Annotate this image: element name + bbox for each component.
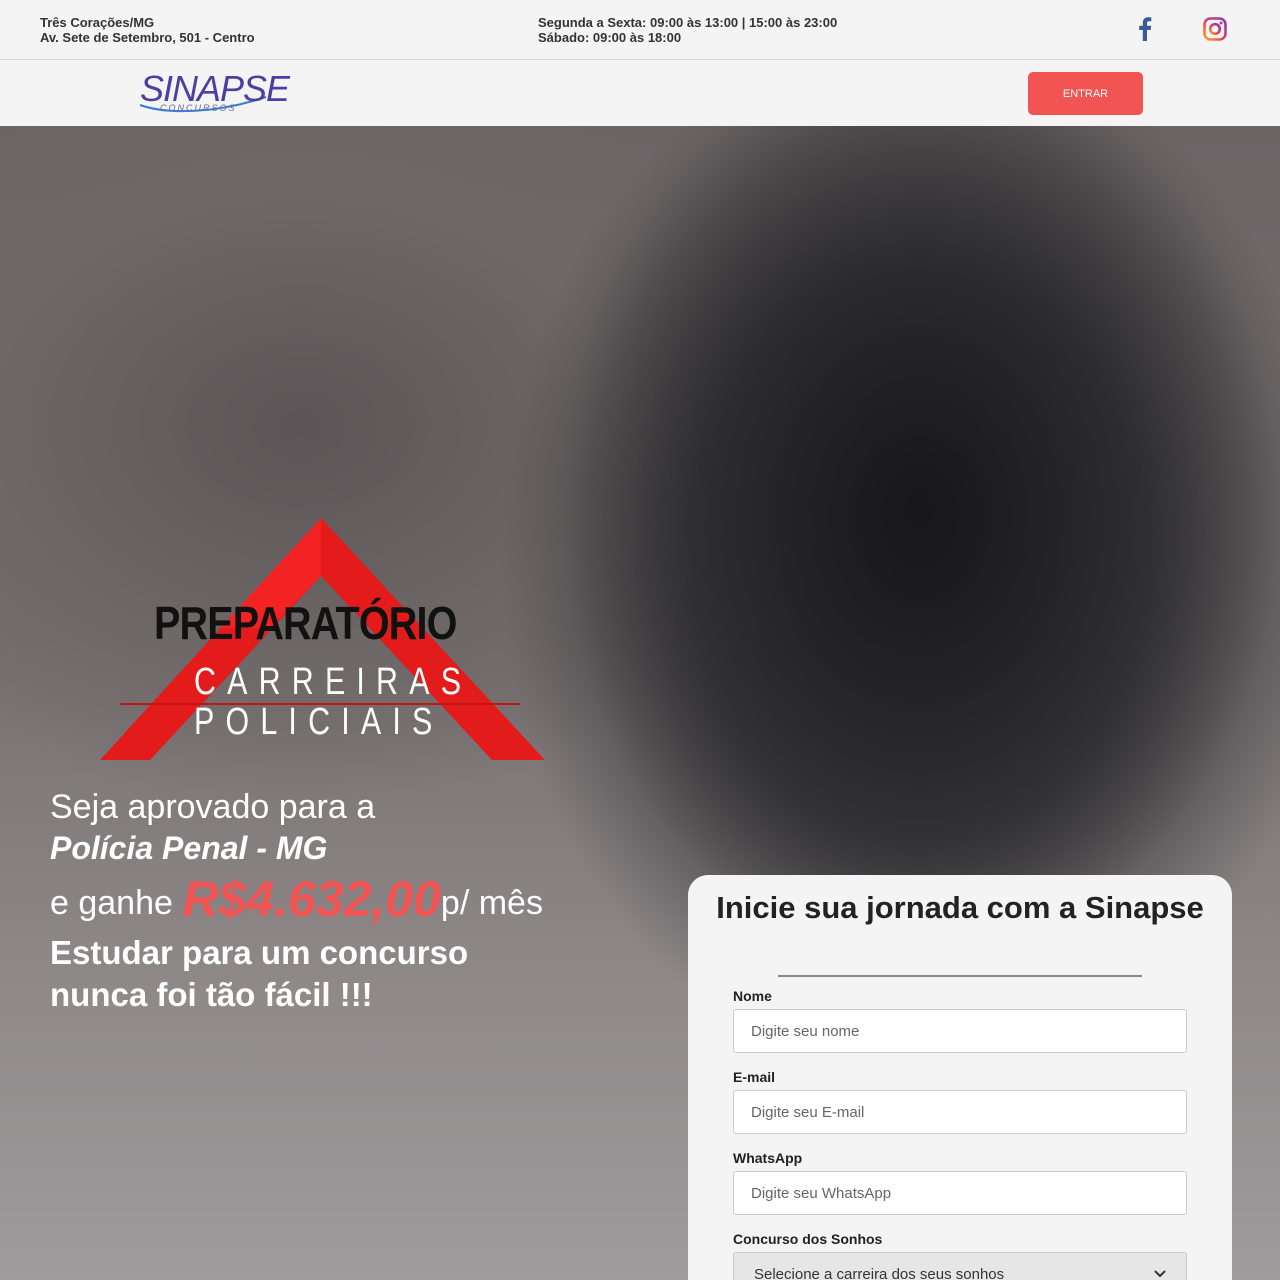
instagram-icon xyxy=(1203,17,1227,41)
hero-section: PREPARATÓRIO CARREIRAS POLICIAIS Seja ap… xyxy=(0,126,1280,1280)
signup-form: Inicie sua jornada com a Sinapse Nome E-… xyxy=(688,875,1232,1280)
weekday-hours-text: Segunda a Sexta: 09:00 às 13:00 | 15:00 … xyxy=(538,15,838,30)
chevron-down-icon xyxy=(1154,1270,1166,1278)
logo-subtitle: CONCURSOS xyxy=(160,103,237,113)
emblem-line-careers: CARREIRAS xyxy=(194,661,473,703)
headline-salary-line: e ganhe R$4.632,00p/ mês xyxy=(50,870,543,928)
form-title: Inicie sua jornada com a Sinapse xyxy=(716,890,1204,925)
name-label: Nome xyxy=(733,988,772,1004)
saturday-hours-text: Sábado: 09:00 às 18:00 xyxy=(538,30,682,45)
hero-background-figure xyxy=(540,126,1280,886)
dream-career-selected: Selecione a carreira dos seus sonhos xyxy=(754,1265,1005,1280)
dream-career-select[interactable]: Selecione a carreira dos seus sonhos xyxy=(733,1252,1187,1280)
whatsapp-input[interactable] xyxy=(733,1171,1187,1215)
facebook-icon xyxy=(1139,17,1152,41)
emblem-line-police: POLICIAIS xyxy=(194,701,444,743)
city-text: Três Corações/MG xyxy=(40,15,155,30)
salary-amount: R$4.632,00 xyxy=(182,871,441,927)
headline-target-exam: Polícia Penal - MG xyxy=(50,830,328,866)
street-address-text: Av. Sete de Setembro, 501 - Centro xyxy=(40,30,255,45)
policial-careers-emblem: PREPARATÓRIO CARREIRAS POLICIAIS xyxy=(100,516,560,766)
facebook-link[interactable] xyxy=(1132,16,1158,42)
login-button[interactable]: ENTRAR xyxy=(1028,72,1143,115)
salary-suffix: p/ mês xyxy=(440,884,543,922)
top-info-bar: Três Corações/MG Av. Sete de Setembro, 5… xyxy=(0,0,1280,60)
main-navbar: SINAPSE CONCURSOS ENTRAR xyxy=(0,61,1280,126)
headline-tagline: Estudar para um concurso nunca foi tão f… xyxy=(50,934,469,1013)
address-block: Três Corações/MG Av. Sete de Setembro, 5… xyxy=(40,15,255,45)
whatsapp-label: WhatsApp xyxy=(733,1150,803,1166)
name-input[interactable] xyxy=(733,1009,1187,1053)
emblem-title: PREPARATÓRIO xyxy=(154,597,457,649)
sinapse-logo[interactable]: SINAPSE CONCURSOS xyxy=(138,69,290,117)
headline-intro: Seja aprovado para a xyxy=(50,788,376,826)
title-divider xyxy=(778,975,1142,977)
salary-prefix: e ganhe xyxy=(50,884,183,922)
instagram-link[interactable] xyxy=(1202,16,1228,42)
email-label: E-mail xyxy=(733,1069,776,1085)
dream-career-label: Concurso dos Sonhos xyxy=(733,1231,883,1247)
opening-hours: Segunda a Sexta: 09:00 às 13:00 | 15:00 … xyxy=(538,15,837,45)
email-input[interactable] xyxy=(733,1090,1187,1134)
